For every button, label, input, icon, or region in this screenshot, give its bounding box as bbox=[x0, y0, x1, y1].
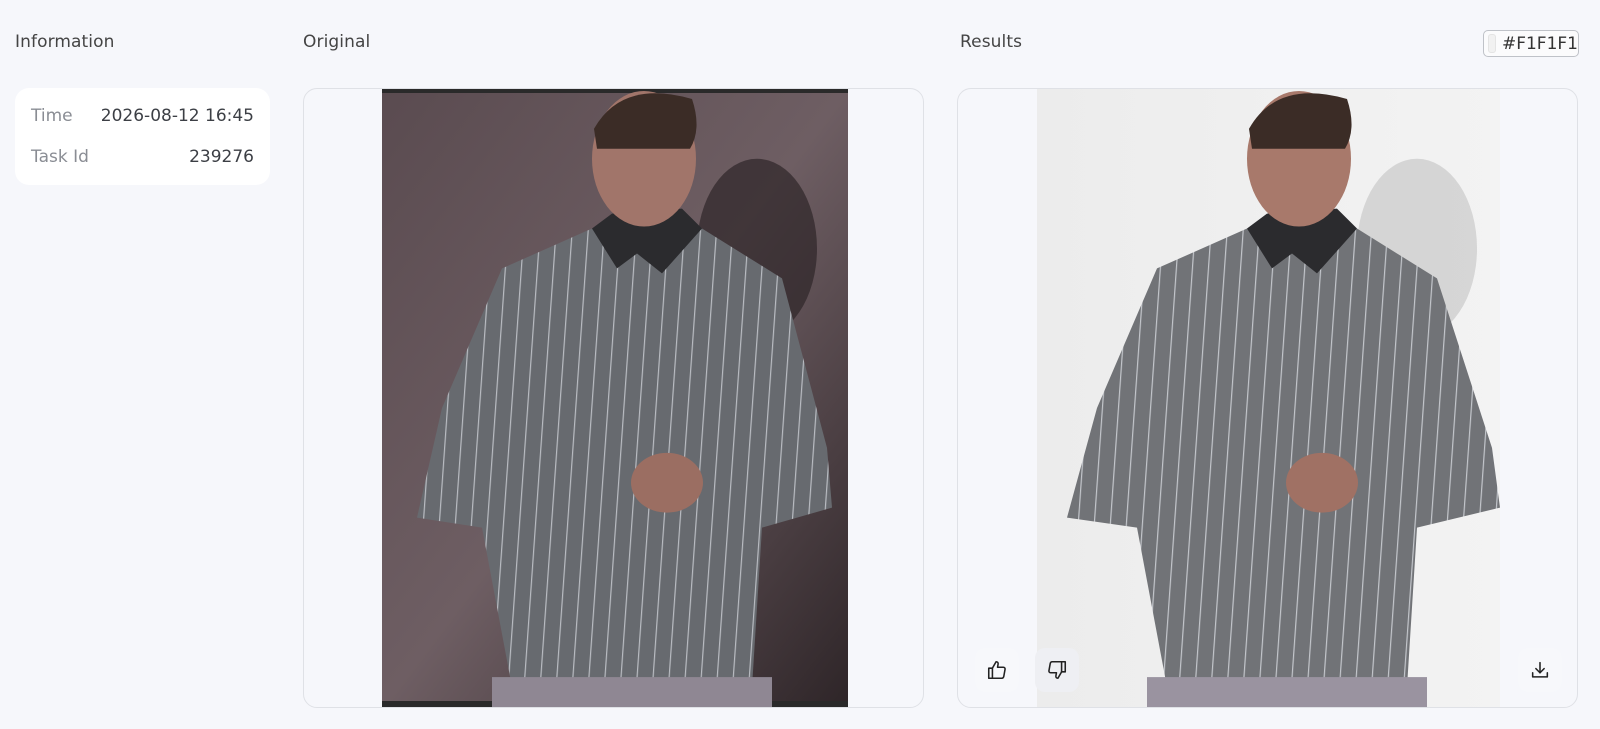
color-swatch bbox=[1488, 34, 1496, 53]
thumbs-down-button[interactable] bbox=[1035, 648, 1079, 692]
info-row-task-id: Task Id 239276 bbox=[31, 145, 254, 169]
thumbs-up-icon bbox=[987, 660, 1006, 680]
info-row-time: Time 2026-08-12 16:45 bbox=[31, 104, 254, 128]
result-image bbox=[1037, 89, 1500, 707]
time-value: 2026-08-12 16:45 bbox=[100, 106, 254, 126]
task-id-value: 239276 bbox=[189, 147, 254, 167]
task-id-label: Task Id bbox=[31, 147, 89, 167]
original-title: Original bbox=[303, 32, 371, 52]
download-icon bbox=[1531, 661, 1549, 678]
download-button[interactable] bbox=[1518, 648, 1562, 692]
info-card: Time 2026-08-12 16:45 Task Id 239276 bbox=[15, 88, 270, 185]
results-panel bbox=[957, 88, 1578, 708]
time-label: Time bbox=[31, 106, 73, 126]
thumbs-down-icon bbox=[1048, 660, 1067, 680]
original-image bbox=[382, 89, 848, 707]
thumbs-up-button[interactable] bbox=[975, 648, 1019, 692]
color-hex-value: #F1F1F1 bbox=[1501, 33, 1578, 54]
background-color-picker[interactable]: #F1F1F1 bbox=[1483, 30, 1579, 57]
results-title: Results bbox=[960, 32, 1023, 52]
information-title: Information bbox=[15, 32, 115, 52]
original-panel bbox=[303, 88, 924, 708]
